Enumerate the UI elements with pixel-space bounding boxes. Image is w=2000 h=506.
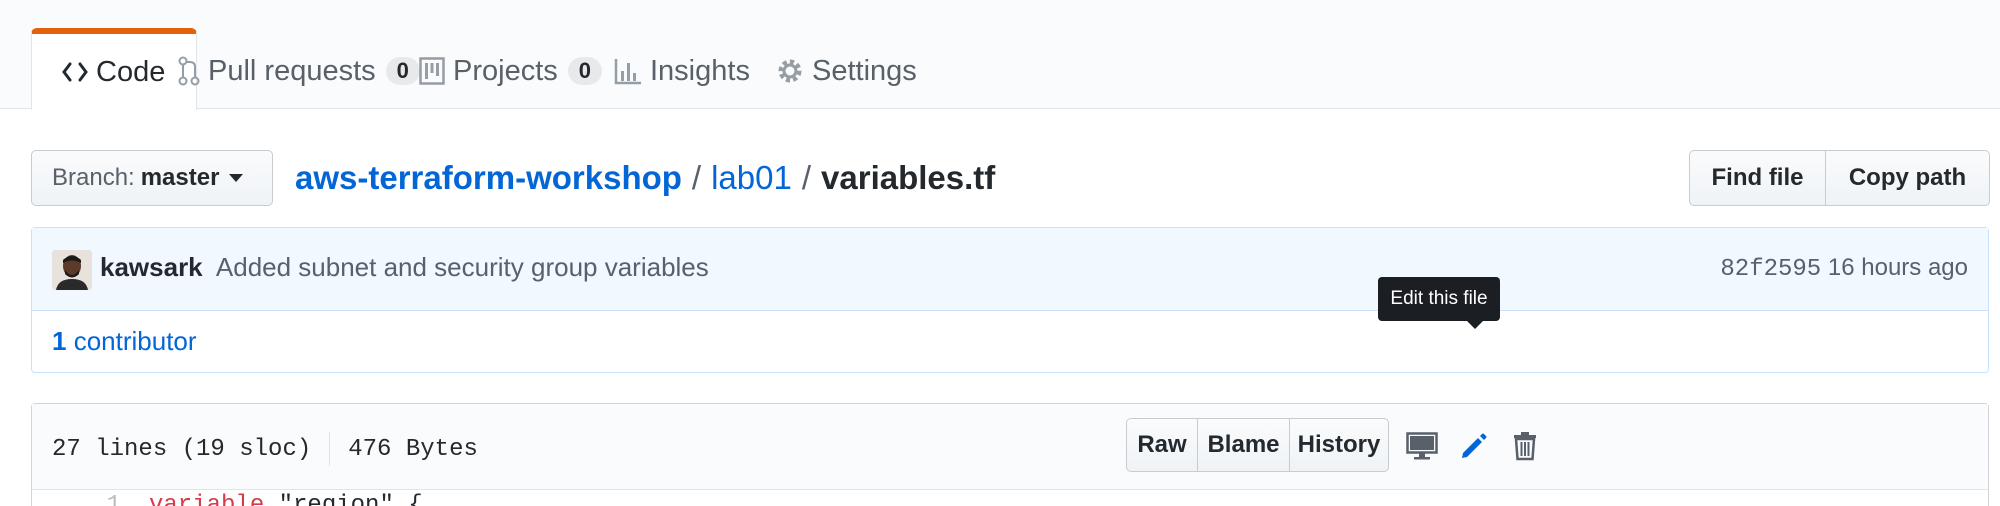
breadcrumb: aws-terraform-workshop / lab01 / variabl…	[295, 155, 995, 201]
counter-badge: 0	[385, 57, 420, 85]
tab-label: Code	[96, 55, 166, 88]
branch-prefix: Branch:	[52, 164, 135, 191]
project-icon	[419, 57, 445, 85]
commit-title-link[interactable]: Added subnet and security group variable…	[216, 252, 709, 282]
contributor-label: contributor	[73, 326, 197, 356]
commit-sha-link[interactable]: 82f2595	[1720, 256, 1821, 283]
git-pull-request-icon	[178, 56, 200, 86]
history-button[interactable]: History	[1290, 418, 1389, 472]
tab-insights[interactable]: Insights	[614, 32, 750, 110]
contributors-link[interactable]: 1 contributor	[52, 326, 197, 357]
tab-label: Insights	[650, 54, 750, 87]
desktop-icon[interactable]	[1401, 425, 1443, 467]
contributor-count: 1	[52, 326, 67, 356]
commit-meta: 82f2595 16 hours ago	[1720, 254, 1968, 283]
copy-path-button[interactable]: Copy path	[1826, 150, 1990, 206]
commit-message: kawsark Added subnet and security group …	[100, 252, 709, 283]
pencil-icon[interactable]	[1453, 425, 1495, 467]
tooltip-arrow	[1467, 321, 1483, 329]
tab-label: Settings	[812, 54, 917, 87]
tab-settings[interactable]: Settings	[776, 32, 917, 110]
commit-summary: kawsark Added subnet and security group …	[32, 228, 1988, 311]
caret-down-icon	[229, 174, 244, 182]
code-string: "region" {	[278, 492, 423, 506]
graph-icon	[614, 57, 642, 85]
blame-button[interactable]: Blame	[1198, 418, 1290, 472]
tab-code[interactable]: Code	[31, 28, 197, 110]
tab-projects[interactable]: Projects 0	[419, 32, 603, 110]
tab-label: Projects	[453, 54, 558, 87]
divider	[329, 432, 331, 466]
code-text: variable "region" {	[149, 492, 423, 506]
file-nav-buttons: Find file Copy path	[1689, 150, 1990, 206]
commit-author-link[interactable]: kawsark	[100, 252, 203, 282]
trash-icon[interactable]	[1504, 425, 1546, 467]
tab-label: Pull requests	[208, 54, 376, 87]
find-file-button[interactable]: Find file	[1689, 150, 1826, 206]
breadcrumb-separator: /	[691, 159, 702, 196]
breadcrumb-separator: /	[801, 159, 812, 196]
repo-nav: Code Pull requests 0 Projects 0 Insights…	[0, 0, 2000, 110]
branch-name: master	[140, 164, 220, 191]
line-number[interactable]: 1	[71, 492, 121, 506]
file-view-buttons: Raw Blame History	[1126, 418, 1389, 472]
edit-file-tooltip: Edit this file	[1378, 277, 1500, 321]
avatar[interactable]	[52, 250, 92, 290]
breadcrumb-file-name: variables.tf	[821, 159, 996, 196]
raw-button[interactable]: Raw	[1126, 418, 1198, 472]
file-size: 476 Bytes	[348, 435, 478, 463]
gear-icon	[776, 57, 804, 85]
code-line: 1 variable "region" {	[31, 490, 1989, 506]
counter-badge: 0	[567, 57, 603, 85]
breadcrumb-folder-link[interactable]: lab01	[711, 159, 792, 197]
file-header: 27 lines (19 sloc) 476 Bytes	[32, 404, 1988, 490]
tab-pull-requests[interactable]: Pull requests 0	[178, 32, 420, 110]
breadcrumb-repo-link[interactable]: aws-terraform-workshop	[295, 159, 682, 197]
code-keyword: variable	[149, 492, 265, 506]
commit-tease: kawsark Added subnet and security group …	[31, 227, 1989, 373]
commit-time: 16 hours ago	[1827, 254, 1968, 281]
file-info: 27 lines (19 sloc) 476 Bytes	[52, 432, 478, 466]
file-line-count: 27 lines (19 sloc)	[52, 435, 312, 463]
branch-selector[interactable]: Branch: master	[31, 150, 273, 206]
code-icon	[62, 61, 88, 83]
